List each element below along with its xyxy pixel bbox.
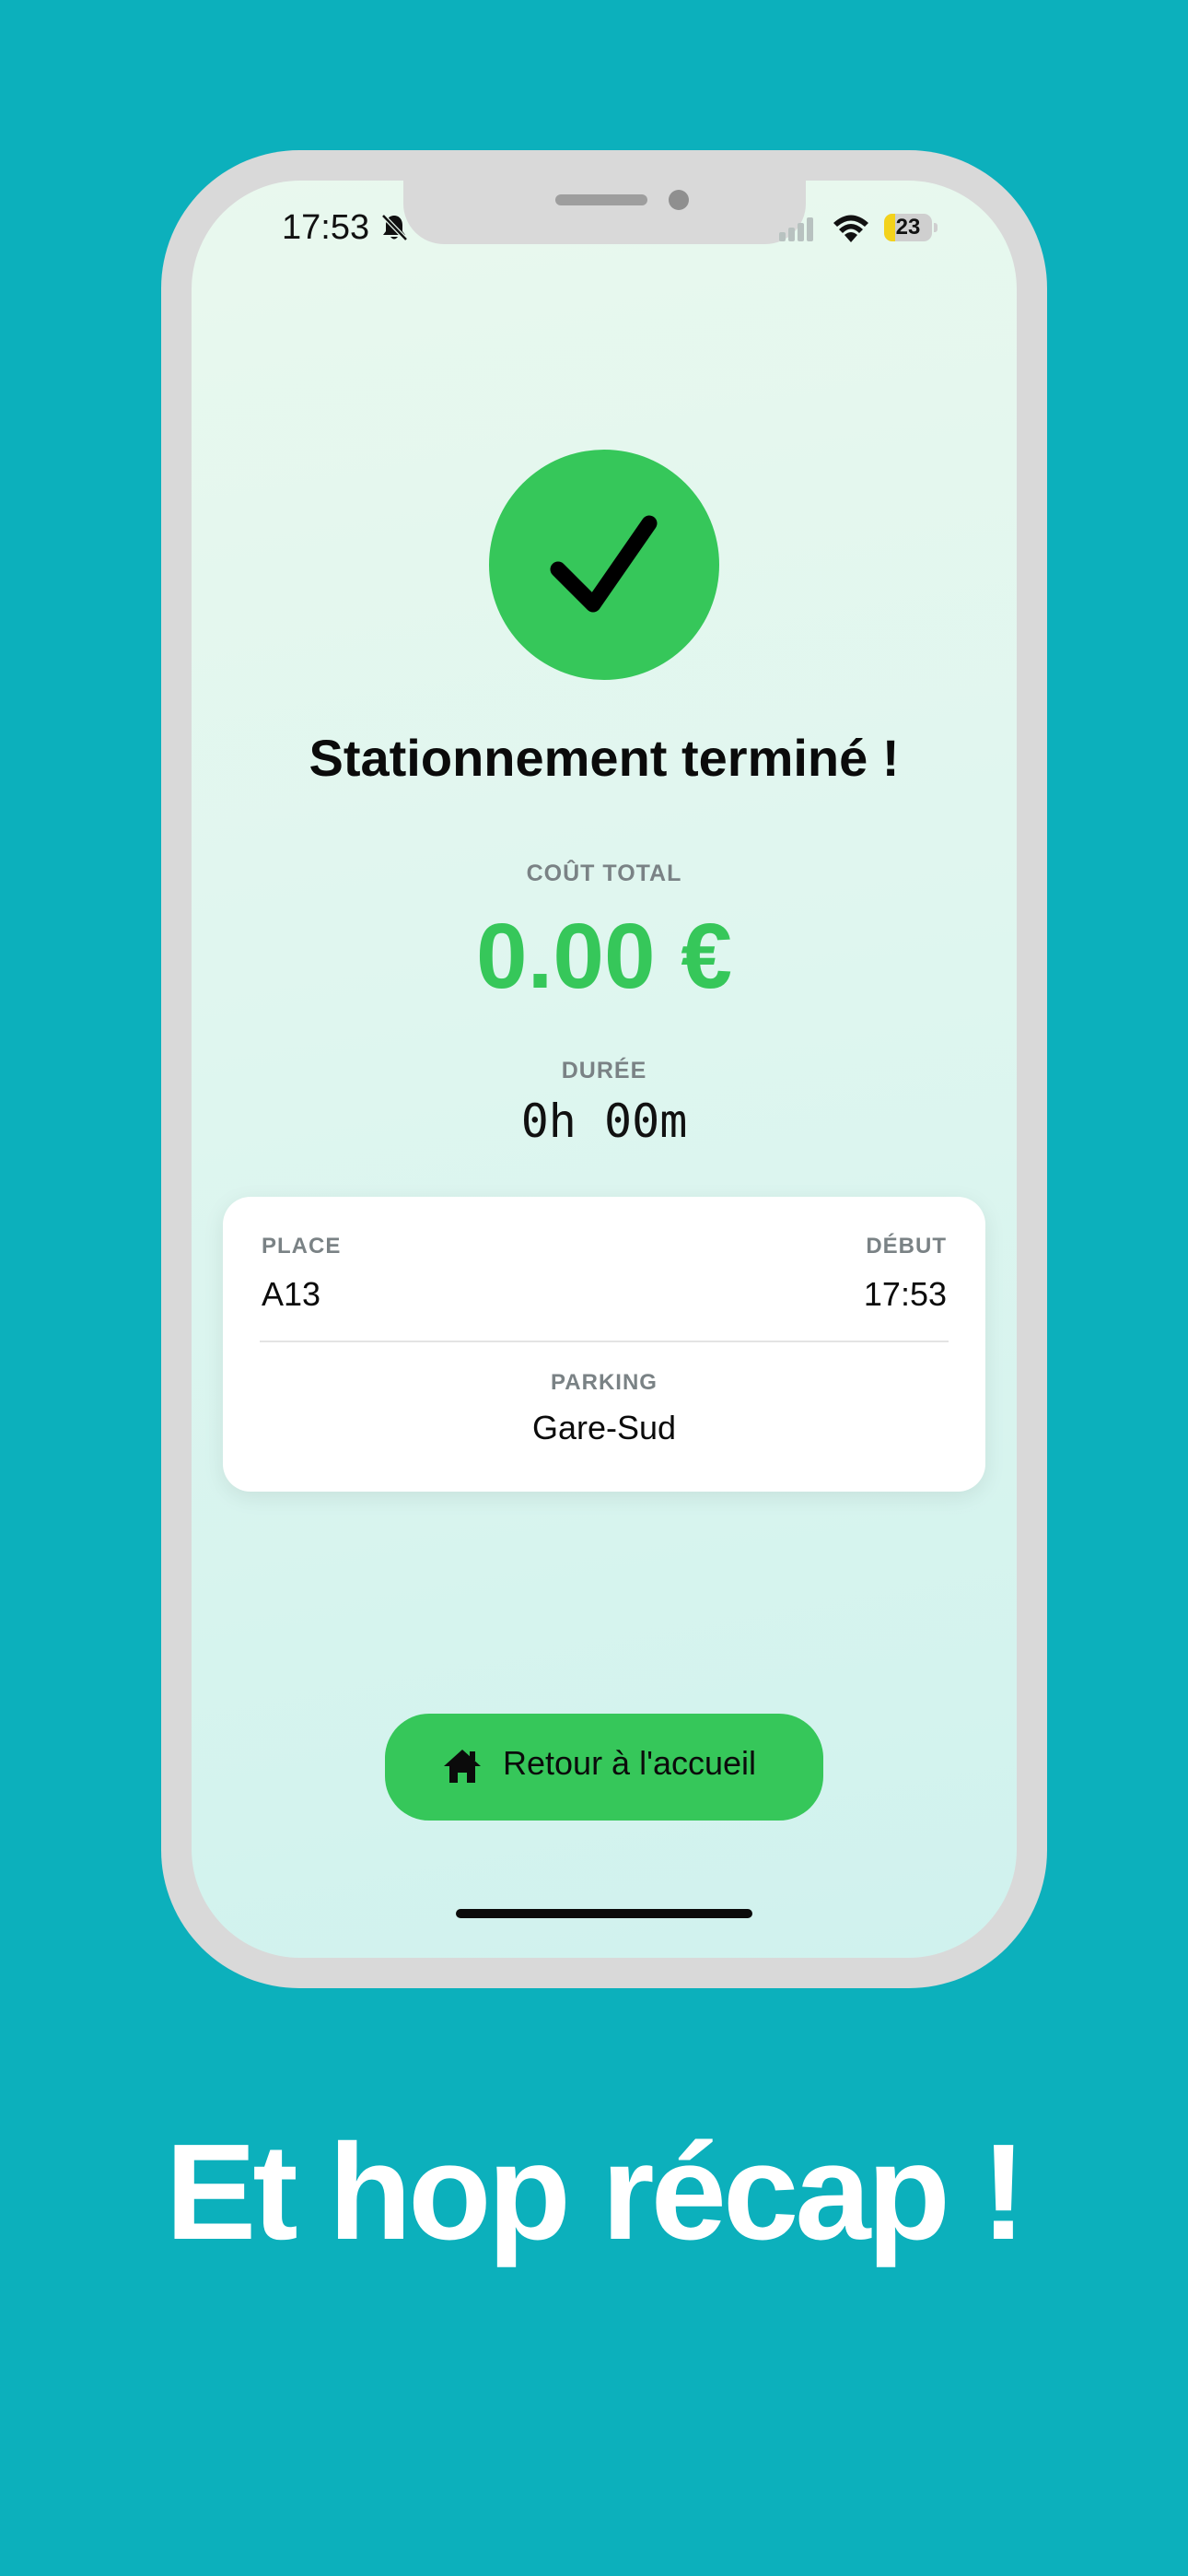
house-icon <box>444 1750 481 1783</box>
summary-card: PLACE A13 DÉBUT 17:53 PARKING Gare-Sud <box>223 1197 985 1492</box>
cost-value: 0.00 € <box>475 905 733 1008</box>
status-time: 17:53 <box>282 208 370 247</box>
start-value: 17:53 <box>863 1275 947 1313</box>
wifi-icon <box>833 215 868 242</box>
bell-slash-icon <box>381 214 408 241</box>
battery-body: 23 <box>884 214 932 241</box>
parking-label: PARKING <box>551 1370 658 1395</box>
cost-label: COÛT TOTAL <box>526 861 682 886</box>
place-label: PLACE <box>262 1234 342 1259</box>
back-home-label: Retour à l'accueil <box>503 1744 757 1782</box>
front-camera <box>669 190 689 210</box>
speaker <box>555 194 647 205</box>
card-divider <box>260 1341 949 1342</box>
duration-label: DURÉE <box>561 1058 647 1083</box>
phone-screen: 17:53 23 Stationnement terminé ! COÛT TO… <box>192 181 1017 1958</box>
battery-icon: 23 <box>884 214 938 241</box>
back-home-button[interactable]: Retour à l'accueil <box>385 1714 823 1821</box>
notch <box>403 181 806 244</box>
page-title: Stationnement terminé ! <box>309 729 900 787</box>
phone-frame: 17:53 23 Stationnement terminé ! COÛT TO… <box>161 150 1047 1988</box>
duration-value: 0h 00m <box>520 1095 688 1148</box>
promo-caption: Et hop récap ! <box>165 2116 1027 2268</box>
success-badge <box>489 450 719 680</box>
start-label: DÉBUT <box>866 1234 947 1259</box>
parking-value: Gare-Sud <box>531 1409 677 1446</box>
cellular-signal-icon <box>779 217 813 241</box>
home-indicator[interactable] <box>456 1909 752 1918</box>
battery-tip <box>934 223 938 232</box>
checkmark-icon <box>550 515 658 613</box>
battery-percentage: 23 <box>895 215 921 240</box>
place-value: A13 <box>262 1275 321 1313</box>
